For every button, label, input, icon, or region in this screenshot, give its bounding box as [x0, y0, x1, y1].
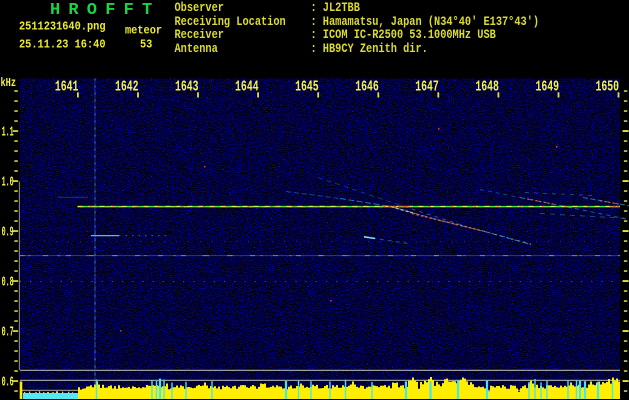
svg-text:1641: 1641 — [55, 78, 79, 96]
svg-text:1646: 1646 — [355, 78, 379, 96]
svg-text:0.7: 0.7 — [2, 326, 14, 341]
svg-text:kHz: kHz — [1, 77, 17, 91]
svg-text:0.8: 0.8 — [2, 276, 14, 291]
svg-text:1642: 1642 — [115, 78, 139, 96]
svg-text:1645: 1645 — [295, 78, 319, 96]
svg-text:1649: 1649 — [535, 78, 559, 96]
svg-text:1643: 1643 — [175, 78, 199, 96]
svg-text:1.1: 1.1 — [2, 126, 14, 141]
svg-text:1.0: 1.0 — [2, 176, 14, 191]
svg-text:1647: 1647 — [415, 78, 439, 96]
svg-text:0.9: 0.9 — [2, 226, 14, 241]
svg-text:1648: 1648 — [475, 78, 499, 96]
svg-text:0.6: 0.6 — [2, 376, 14, 391]
svg-text:1644: 1644 — [235, 78, 259, 96]
svg-text:1650: 1650 — [595, 78, 619, 96]
